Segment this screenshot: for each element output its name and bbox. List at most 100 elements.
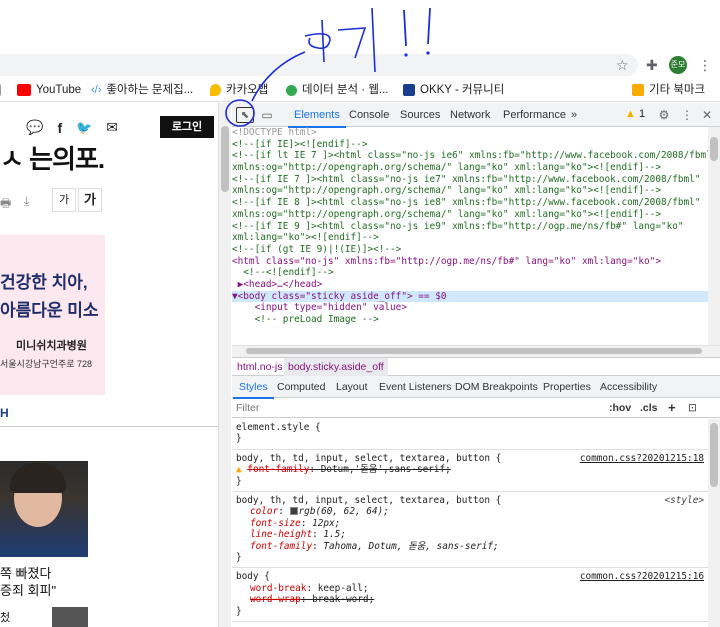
css-value[interactable]: Dotum,'돋움',sans-serif; [321, 464, 451, 475]
bookmark-youtube[interactable]: YouTube [17, 82, 81, 98]
dom-tree-line[interactable]: <!DOCTYPE html> [232, 127, 708, 139]
css-property[interactable]: font-family [247, 464, 309, 475]
tab-computed[interactable]: Computed [277, 376, 325, 398]
chat-bubble-icon[interactable]: 💬 [26, 119, 43, 136]
warnings-counter[interactable]: ▲ 1 [625, 108, 645, 120]
profile-avatar[interactable]: 준모 [669, 56, 687, 74]
bookmark-okky[interactable]: OKKY - 커뮤니티 [403, 82, 504, 98]
font-size-small-button[interactable]: 가 [52, 188, 76, 212]
dom-tree-line[interactable]: ▶<head>…</head> [232, 279, 708, 291]
print-icon[interactable]: 🖶 [0, 194, 11, 215]
css-declaration[interactable]: ▲ font-family: Dotum,'돋움',sans-serif; [236, 464, 704, 475]
css-value[interactable]: break-word; [312, 594, 374, 605]
dom-tree-line[interactable]: <!-- preLoad Image --> [232, 314, 708, 326]
css-declaration[interactable]: word-wrap: break-word; [236, 594, 704, 605]
breadcrumb-body[interactable]: body.sticky.aside_off [284, 358, 388, 376]
mail-icon[interactable]: ✉ [106, 119, 118, 136]
tab-sources[interactable]: Sources [400, 103, 440, 127]
tab-elements[interactable]: Elements [288, 103, 346, 128]
tab-layout[interactable]: Layout [336, 376, 368, 398]
css-property[interactable]: word-wrap [250, 594, 301, 605]
tab-dom-breakpoints[interactable]: DOM Breakpoints [455, 376, 538, 398]
bookmark-data-analysis[interactable]: 데이터 분석 · 웹... [286, 82, 388, 98]
css-declaration[interactable]: line-height: 1.5; [236, 529, 704, 540]
new-rule-button[interactable]: + [668, 398, 676, 418]
dom-tree-line[interactable]: <!--[if IE 9 ]><html class="no-js ie9" x… [232, 221, 708, 233]
dental-ad-banner[interactable]: 건강한 치아, 아름다운 미소 미니쉬치과병원 서울시강남구언주로 728 [0, 235, 105, 395]
news-thumbnail[interactable] [0, 461, 88, 557]
address-bar[interactable] [0, 54, 638, 76]
css-declaration[interactable]: font-family: Tahoma, Dotum, 돋움, sans-ser… [236, 541, 704, 552]
breadcrumb-html[interactable]: html.no-js [237, 358, 283, 376]
css-value[interactable]: rgb(60, 62, 64); [299, 506, 389, 517]
dom-tree-line[interactable]: xmlns:og="http://opengraph.org/schema/" … [232, 209, 708, 221]
tab-event-listeners[interactable]: Event Listeners [379, 376, 451, 398]
dom-tree-scrollbar-thumb[interactable] [710, 137, 718, 161]
dom-tree-line[interactable]: ▼<body class="sticky aside_off"> == $0 [232, 290, 708, 303]
browser-menu-icon[interactable]: ⋮ [698, 57, 712, 73]
news-thumbnail-2[interactable] [52, 607, 88, 627]
settings-gear-icon[interactable]: ⚙ [657, 107, 671, 123]
news-title-line2[interactable]: 증죄 회피" [0, 580, 56, 599]
dom-tree-line[interactable]: <!--[if IE 8 ]><html class="no-js ie8" x… [232, 197, 708, 209]
tab-network[interactable]: Network [450, 103, 490, 127]
dom-tree-line[interactable]: <input type="hidden" value> [232, 302, 708, 314]
dom-tree-line[interactable]: <html class="no-js" xmlns:fb="http://ogp… [232, 256, 708, 268]
css-declaration[interactable]: word-break: keep-all; [236, 583, 704, 594]
styles-filter-input[interactable] [234, 400, 600, 416]
css-declaration[interactable]: font-size: 12px; [236, 518, 704, 529]
css-property[interactable]: word-break [250, 583, 306, 594]
hov-toggle[interactable]: :hov [609, 398, 631, 418]
news-small-text[interactable]: 첬 [0, 609, 10, 625]
font-size-large-button[interactable]: 가 [78, 188, 102, 212]
more-tabs-button[interactable]: » [571, 103, 577, 127]
page-scrollbar-thumb[interactable] [221, 126, 229, 192]
tab-accessibility[interactable]: Accessibility [600, 376, 657, 398]
tab-console[interactable]: Console [349, 103, 389, 127]
facebook-icon[interactable]: f [57, 120, 62, 136]
login-button[interactable]: 로그인 [160, 116, 214, 138]
css-property[interactable]: font-family [250, 541, 312, 552]
dom-tree-line[interactable]: xmlns:og="http://opengraph.org/schema/" … [232, 185, 708, 197]
download-icon[interactable]: ⤓ [24, 194, 29, 209]
dom-tree[interactable]: <!DOCTYPE html> <!--[if IE]><![endif]--> <… [232, 127, 708, 357]
bookmark-kakaomap[interactable]: 카카오맵 [210, 82, 268, 98]
styles-scrollbar-thumb[interactable] [710, 423, 718, 487]
color-swatch[interactable] [289, 507, 298, 516]
css-property[interactable]: color [250, 506, 278, 517]
css-property[interactable]: font-size [250, 518, 301, 529]
dom-tree-line[interactable]: xmlns:og="http://opengraph.org/schema/" … [232, 162, 708, 174]
tab-styles[interactable]: Styles [233, 376, 274, 399]
css-value[interactable]: keep-all; [318, 583, 369, 594]
close-devtools-icon[interactable]: ✕ [701, 107, 713, 123]
dom-tree-hscrollbar-thumb[interactable] [246, 348, 702, 354]
devtools-menu-icon[interactable]: ⋮ [681, 107, 693, 123]
tab-properties[interactable]: Properties [543, 376, 591, 398]
toggle-sidebar-icon[interactable]: ⊡ [688, 398, 697, 418]
bookmark-problem-set[interactable]: ‹/› 좋아하는 문제집... [91, 82, 193, 98]
css-property[interactable]: line-height [250, 529, 312, 540]
device-toolbar-icon[interactable]: ▭ [260, 107, 274, 123]
css-rule[interactable]: body, th, td, input, select, textarea, b… [232, 492, 708, 569]
inspect-element-icon[interactable]: ⬉ [236, 107, 254, 123]
dom-tree-line[interactable]: <!--[if (gt IE 9)|!(IE)]><!--> [232, 244, 708, 256]
css-value[interactable]: Tahoma, Dotum, 돋움, sans-serif; [323, 541, 498, 552]
tab-performance[interactable]: Performance [503, 103, 566, 127]
twitter-icon[interactable]: 🐦 [76, 120, 92, 136]
css-selector[interactable]: element.style { [236, 422, 704, 433]
css-source-link[interactable]: common.css?20201215:16 [580, 571, 704, 582]
dom-tree-line[interactable]: <!--[if IE 7 ]><html class="no-js ie7" x… [232, 174, 708, 186]
css-selector[interactable]: body, th, td, input, select, textarea, b… [236, 495, 704, 506]
css-rule[interactable]: body, th, td, input, select, textarea, b… [232, 450, 708, 493]
css-value[interactable]: 12px; [312, 518, 340, 529]
css-source-link[interactable]: <style> [664, 495, 704, 506]
dom-tree-scrollbar[interactable] [708, 127, 720, 357]
css-value[interactable]: 1.5; [323, 529, 346, 540]
css-source-link[interactable]: common.css?20201215:18 [580, 453, 704, 464]
extensions-icon[interactable]: ✚ [646, 57, 658, 73]
css-rule[interactable]: body {common.css?20201215:16 word-break: … [232, 568, 708, 623]
dom-tree-line[interactable]: <!--[if IE]><![endif]--> [232, 139, 708, 151]
css-rule[interactable]: element.style {} [232, 419, 708, 450]
bookmark-partial[interactable] [0, 82, 1, 98]
bookmark-star-icon[interactable]: ☆ [616, 57, 629, 73]
